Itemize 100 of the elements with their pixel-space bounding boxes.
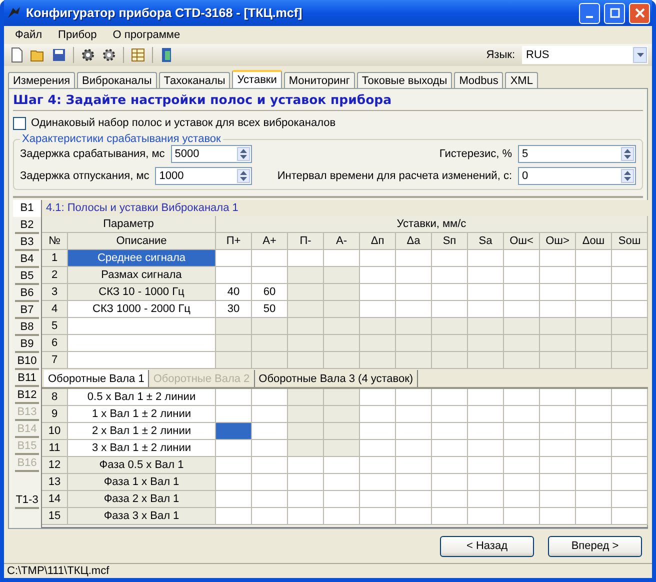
setpoint-cell[interactable] [612, 335, 648, 352]
setpoint-cell[interactable] [360, 508, 396, 525]
setpoint-cell[interactable] [360, 457, 396, 474]
setpoint-cell[interactable] [432, 284, 468, 301]
setpoint-cell[interactable] [504, 267, 540, 284]
setpoint-cell[interactable] [540, 250, 576, 267]
setpoint-cell[interactable] [540, 301, 576, 318]
setpoint-cell[interactable] [288, 457, 324, 474]
setpoint-cell[interactable] [576, 250, 612, 267]
tab[interactable]: Измерения [8, 72, 76, 88]
setpoint-cell[interactable] [504, 406, 540, 423]
setpoint-cell[interactable] [288, 352, 324, 369]
setpoint-cell[interactable] [252, 423, 288, 440]
setpoint-cell[interactable] [324, 474, 360, 491]
channel-tab[interactable]: В12 [15, 387, 39, 404]
tab[interactable]: Токовые выходы [356, 72, 452, 88]
setpoint-cell[interactable] [288, 250, 324, 267]
setpoint-cell[interactable] [468, 474, 504, 491]
setpoint-cell[interactable] [216, 389, 252, 406]
setpoint-cell[interactable] [288, 267, 324, 284]
setpoint-cell[interactable] [360, 267, 396, 284]
setpoint-cell[interactable]: 50 [252, 301, 288, 318]
setpoint-cell[interactable] [360, 491, 396, 508]
setpoint-cell[interactable] [324, 267, 360, 284]
description-cell[interactable]: 2 x Вал 1 ± 2 линии [68, 423, 216, 440]
description-cell[interactable]: Фаза 1 x Вал 1 [68, 474, 216, 491]
setpoint-cell[interactable] [540, 508, 576, 525]
setpoint-cell[interactable] [216, 318, 252, 335]
spin-button[interactable] [621, 169, 634, 183]
setpoint-cell[interactable] [288, 491, 324, 508]
tab[interactable]: XML [505, 72, 538, 88]
setpoint-cell[interactable] [468, 457, 504, 474]
setpoint-cell[interactable] [612, 508, 648, 525]
description-cell[interactable]: СКЗ 1000 - 2000 Гц [68, 301, 216, 318]
setpoint-cell[interactable] [576, 491, 612, 508]
setpoint-cell[interactable] [324, 389, 360, 406]
setpoint-cell[interactable] [252, 352, 288, 369]
setpoint-cell[interactable]: 30 [216, 301, 252, 318]
setpoint-cell[interactable] [540, 284, 576, 301]
number-field[interactable]: 5 [518, 145, 636, 163]
language-dropdown[interactable]: RUS [522, 46, 648, 64]
setpoint-cell[interactable] [432, 508, 468, 525]
setpoint-cell[interactable] [216, 508, 252, 525]
channel-tab[interactable]: В5 [15, 268, 39, 285]
setpoint-cell[interactable] [252, 318, 288, 335]
setpoint-cell[interactable] [468, 267, 504, 284]
setpoint-cell[interactable] [612, 352, 648, 369]
setpoint-cell[interactable] [288, 440, 324, 457]
description-cell[interactable] [68, 318, 216, 335]
description-cell[interactable]: СКЗ 10 - 1000 Гц [68, 284, 216, 301]
setpoint-cell[interactable] [432, 250, 468, 267]
description-cell[interactable]: 1 x Вал 1 ± 2 линии [68, 406, 216, 423]
setpoint-cell[interactable] [396, 406, 432, 423]
setpoint-cell[interactable] [396, 389, 432, 406]
setpoint-cell[interactable] [288, 389, 324, 406]
setpoint-cell[interactable] [576, 508, 612, 525]
close-button[interactable] [629, 2, 650, 24]
setpoint-cell[interactable] [288, 335, 324, 352]
channel-tab[interactable]: В10 [15, 353, 39, 370]
setpoint-cell[interactable] [396, 474, 432, 491]
setpoint-cell[interactable] [468, 440, 504, 457]
setpoint-cell[interactable] [252, 406, 288, 423]
description-cell[interactable]: Фаза 0.5 x Вал 1 [68, 457, 216, 474]
setpoint-cell[interactable] [252, 267, 288, 284]
setpoint-cell[interactable] [432, 440, 468, 457]
setpoint-cell[interactable] [612, 423, 648, 440]
description-cell[interactable]: 3 x Вал 1 ± 2 линии [68, 440, 216, 457]
setpoint-cell[interactable] [612, 491, 648, 508]
menu-item[interactable]: О программе [106, 29, 188, 41]
tab[interactable]: Уставки [232, 70, 282, 88]
channel-tab[interactable]: В8 [15, 319, 39, 336]
setpoint-cell[interactable]: 60 [252, 284, 288, 301]
setpoint-cell[interactable] [324, 440, 360, 457]
setpoint-cell[interactable] [396, 491, 432, 508]
setpoint-cell[interactable] [396, 423, 432, 440]
setpoint-cell[interactable] [612, 267, 648, 284]
setpoint-cell[interactable] [360, 318, 396, 335]
setpoint-cell[interactable] [540, 440, 576, 457]
setpoint-cell[interactable] [576, 318, 612, 335]
setpoint-cell[interactable] [540, 474, 576, 491]
setpoint-cell[interactable] [288, 284, 324, 301]
setpoint-cell[interactable] [396, 508, 432, 525]
maximize-button[interactable] [604, 2, 625, 24]
setpoint-cell[interactable] [540, 423, 576, 440]
setpoint-cell[interactable] [468, 352, 504, 369]
setpoint-cell[interactable] [468, 250, 504, 267]
setpoint-cell[interactable] [360, 301, 396, 318]
description-cell[interactable]: Размах сигнала [68, 267, 216, 284]
channel-tab[interactable]: В11 [15, 370, 39, 387]
setpoint-cell[interactable] [504, 457, 540, 474]
setpoint-cell[interactable] [252, 250, 288, 267]
setpoint-cell[interactable] [612, 301, 648, 318]
channel-tab[interactable]: В2 [15, 217, 39, 234]
setpoint-cell[interactable] [612, 318, 648, 335]
setpoint-cell[interactable] [612, 406, 648, 423]
setpoint-cell[interactable] [288, 318, 324, 335]
setpoint-cell[interactable] [540, 491, 576, 508]
setpoint-cell[interactable] [324, 491, 360, 508]
tab[interactable]: Modbus [454, 72, 504, 88]
channel-tab[interactable]: В6 [15, 285, 39, 302]
